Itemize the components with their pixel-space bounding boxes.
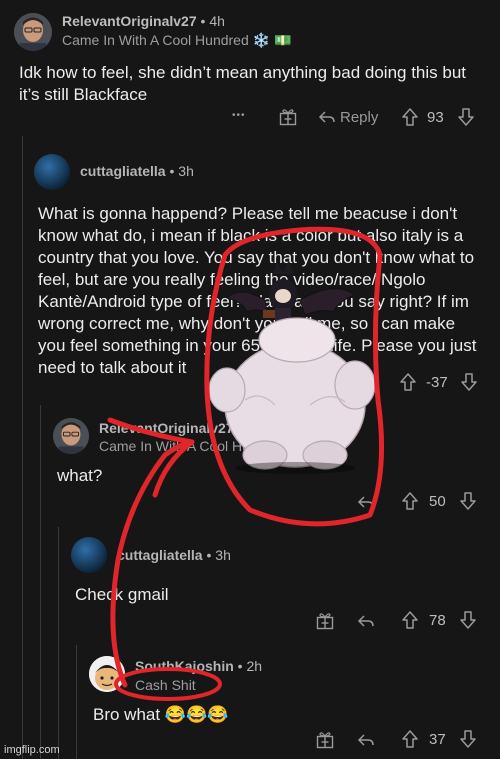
red-annotation	[107, 226, 385, 701]
imgflip-watermark: imgflip.com	[4, 744, 60, 756]
